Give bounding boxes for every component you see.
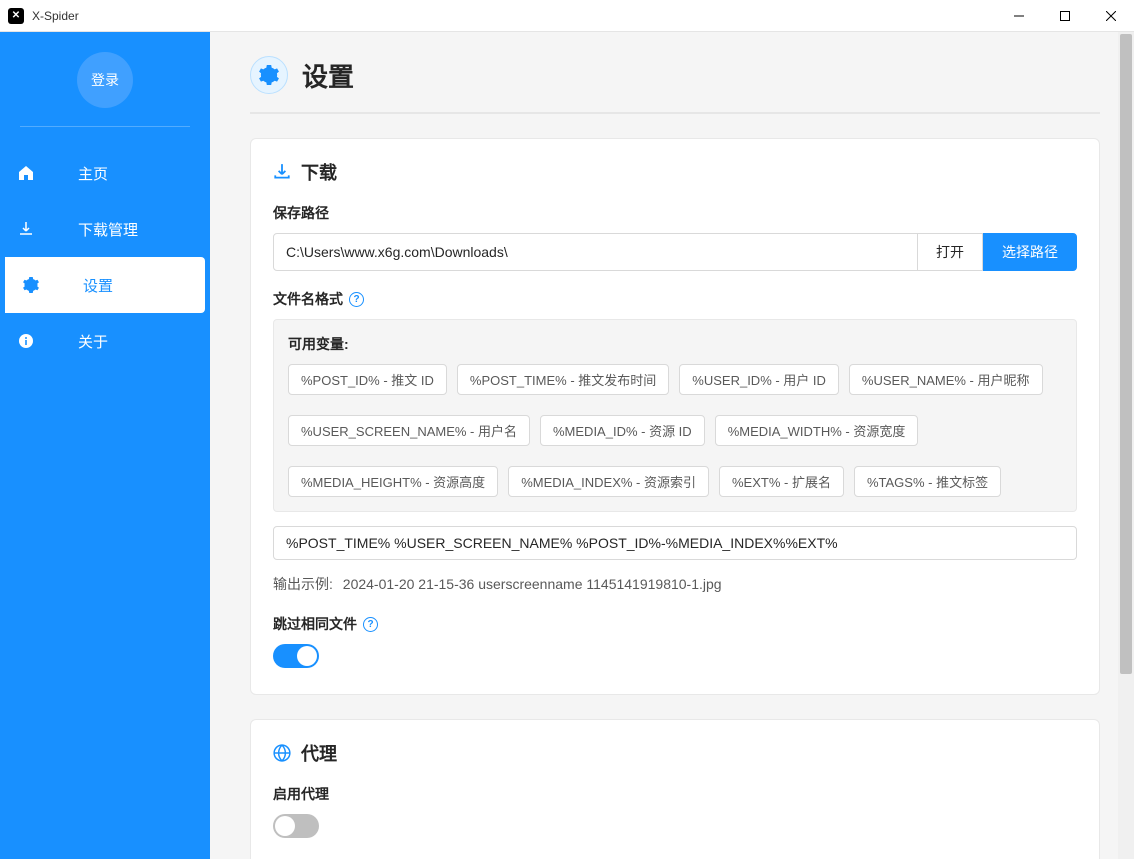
globe-icon: [273, 744, 291, 762]
card-title: 下载: [301, 159, 337, 185]
nav-about[interactable]: 关于: [0, 313, 210, 369]
sidebar-divider: [20, 126, 190, 127]
save-path-label: 保存路径: [273, 203, 1077, 223]
download-card: 下载 保存路径 打开 选择路径 文件名格式 ? 可用变量: %POST_ID% …: [250, 138, 1100, 695]
format-input[interactable]: [273, 526, 1077, 560]
skip-label: 跳过相同文件 ?: [273, 614, 1077, 634]
help-icon[interactable]: ?: [349, 292, 364, 307]
open-button[interactable]: 打开: [918, 233, 983, 271]
variable-tag[interactable]: %MEDIA_HEIGHT% - 资源高度: [288, 466, 498, 497]
variable-section: 可用变量: %POST_ID% - 推文 ID %POST_TIME% - 推文发…: [273, 319, 1077, 512]
card-title: 代理: [301, 740, 337, 766]
nav-label: 主页: [78, 163, 108, 184]
proxy-toggle[interactable]: [273, 814, 319, 838]
sidebar: 登录 主页 下载管理 设置 关于: [0, 32, 210, 859]
scrollbar-thumb[interactable]: [1120, 34, 1132, 674]
variable-tag[interactable]: %USER_NAME% - 用户昵称: [849, 364, 1043, 395]
nav-label: 下载管理: [78, 219, 138, 240]
filename-format-label: 文件名格式 ?: [273, 289, 1077, 309]
page-title: 设置: [302, 57, 354, 94]
window-controls: [996, 0, 1134, 32]
example-row: 输出示例: 2024-01-20 21-15-36 userscreenname…: [273, 574, 1077, 594]
variable-tag[interactable]: %MEDIA_INDEX% - 资源索引: [508, 466, 709, 497]
variable-tag[interactable]: %POST_TIME% - 推文发布时间: [457, 364, 669, 395]
nav-download[interactable]: 下载管理: [0, 201, 210, 257]
page-header: 设置: [250, 56, 1100, 114]
variable-tag[interactable]: %POST_ID% - 推文 ID: [288, 364, 447, 395]
proxy-card: 代理 启用代理 代理地址: [250, 719, 1100, 859]
gear-icon: [23, 277, 39, 293]
nav-home[interactable]: 主页: [0, 145, 210, 201]
download-icon: [273, 163, 291, 181]
variable-tag[interactable]: %MEDIA_WIDTH% - 资源宽度: [715, 415, 919, 446]
variable-tag[interactable]: %USER_SCREEN_NAME% - 用户名: [288, 415, 530, 446]
home-icon: [18, 165, 34, 181]
gear-icon: [250, 56, 288, 94]
skip-toggle[interactable]: [273, 644, 319, 668]
choose-path-button[interactable]: 选择路径: [983, 233, 1077, 271]
login-button[interactable]: 登录: [77, 52, 133, 108]
scrollbar-track[interactable]: [1118, 32, 1134, 859]
enable-proxy-label: 启用代理: [273, 784, 1077, 804]
save-path-input[interactable]: [273, 233, 918, 271]
info-icon: [18, 333, 34, 349]
variable-tag[interactable]: %MEDIA_ID% - 资源 ID: [540, 415, 705, 446]
app-icon: [8, 8, 24, 24]
example-value: 2024-01-20 21-15-36 userscreenname 11451…: [343, 576, 722, 592]
nav-label: 关于: [78, 331, 108, 352]
variable-label: 可用变量:: [288, 334, 1062, 354]
window-title: X-Spider: [32, 9, 996, 23]
variable-tag[interactable]: %TAGS% - 推文标签: [854, 466, 1001, 497]
minimize-button[interactable]: [996, 0, 1042, 32]
close-button[interactable]: [1088, 0, 1134, 32]
download-icon: [18, 221, 34, 237]
help-icon[interactable]: ?: [363, 617, 378, 632]
variable-tag[interactable]: %EXT% - 扩展名: [719, 466, 844, 497]
nav-settings[interactable]: 设置: [5, 257, 205, 313]
variable-tag[interactable]: %USER_ID% - 用户 ID: [679, 364, 839, 395]
main-content: 设置 下载 保存路径 打开 选择路径 文件名格式 ? 可用: [210, 32, 1134, 859]
example-label: 输出示例:: [273, 576, 333, 592]
nav-label: 设置: [83, 275, 113, 296]
titlebar: X-Spider: [0, 0, 1134, 32]
maximize-button[interactable]: [1042, 0, 1088, 32]
